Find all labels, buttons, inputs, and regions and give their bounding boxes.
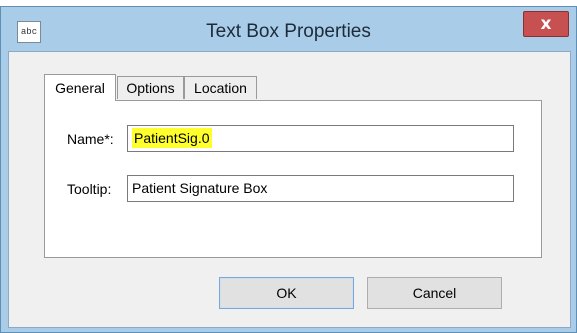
general-tab-panel: Name*: PatientSig.0 Tooltip: Patient Sig… xyxy=(44,100,542,258)
text-box-properties-dialog: abc Text Box Properties x General Option… xyxy=(0,6,577,333)
name-field[interactable]: PatientSig.0 xyxy=(127,125,514,152)
tooltip-field[interactable]: Patient Signature Box xyxy=(127,175,514,202)
name-label: Name*: xyxy=(67,131,114,147)
tab-location[interactable]: Location xyxy=(184,76,257,99)
close-button[interactable]: x xyxy=(523,11,569,37)
name-field-value: PatientSig.0 xyxy=(132,128,212,148)
dialog-body: General Options Location Name*: PatientS… xyxy=(8,51,571,328)
tooltip-field-value: Patient Signature Box xyxy=(132,180,268,196)
tooltip-label: Tooltip: xyxy=(67,181,112,197)
tab-general[interactable]: General xyxy=(44,74,116,101)
title-bar[interactable]: abc Text Box Properties x xyxy=(1,7,576,57)
tab-options[interactable]: Options xyxy=(117,76,184,99)
cancel-button[interactable]: Cancel xyxy=(367,277,502,309)
ok-button[interactable]: OK xyxy=(219,277,354,309)
dialog-title: Text Box Properties xyxy=(206,21,371,42)
